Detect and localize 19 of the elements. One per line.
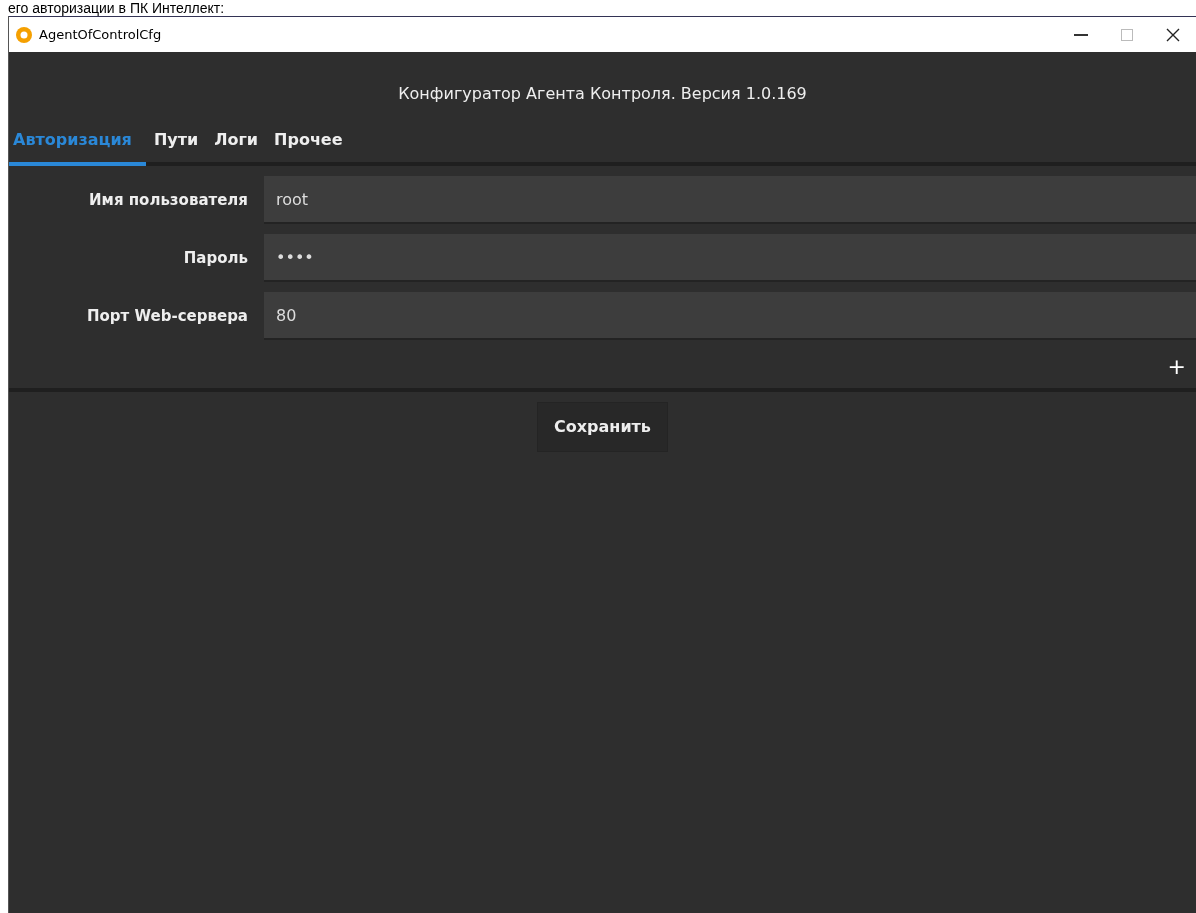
tab[interactable]: Пути [145, 120, 207, 166]
field-label: Порт Web-сервера [86, 305, 249, 327]
maximize-icon [1121, 28, 1133, 41]
field-label: Пароль [182, 247, 249, 269]
tab[interactable]: Логи [206, 120, 267, 166]
input-field[interactable]: •••• [264, 234, 1196, 282]
save-button[interactable]: Сохранить [537, 402, 668, 452]
tab[interactable]: Прочее [266, 120, 351, 166]
header-title: Конфигуратор Агента Контроля. Версия 1.0.169 [397, 83, 808, 105]
document-text: его авторизации в ПК Интеллект: [7, 0, 226, 16]
app-logo-icon [15, 25, 33, 44]
close-icon [1166, 27, 1180, 42]
input-field[interactable]: root [264, 176, 1196, 224]
tab[interactable]: Авторизация [9, 120, 146, 166]
window-title: AgentOfControlCfg [39, 25, 162, 44]
minimize-icon [1074, 33, 1088, 36]
add-button[interactable]: + [1163, 354, 1190, 380]
field-label: Имя пользователя [88, 189, 249, 211]
input-field[interactable]: 80 [264, 292, 1196, 340]
